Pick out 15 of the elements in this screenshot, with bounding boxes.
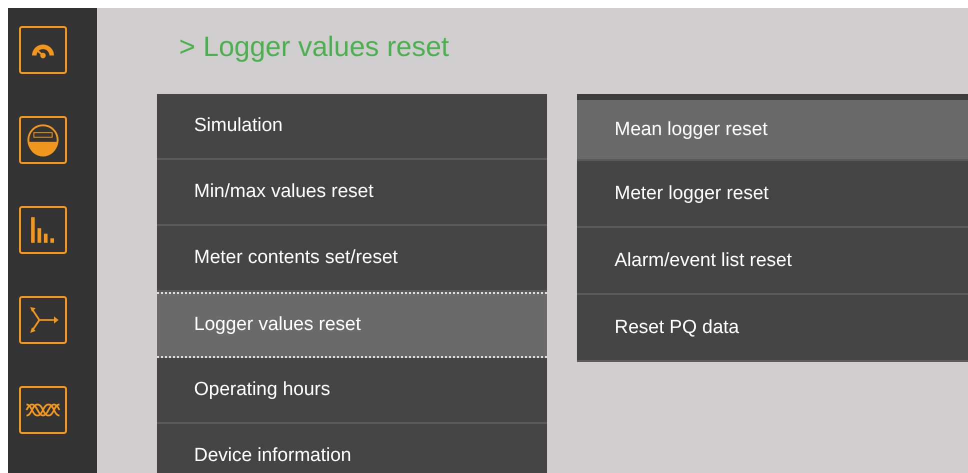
phasor-icon[interactable]: [18, 296, 66, 344]
page-title: > Logger values reset: [179, 31, 450, 63]
bar-chart-icon[interactable]: [18, 206, 66, 254]
menu-item[interactable]: Simulation: [157, 94, 546, 160]
menu-item[interactable]: Operating hours: [157, 358, 546, 424]
gauge-icon[interactable]: [18, 26, 66, 74]
meter-icon[interactable]: [18, 116, 66, 164]
menu-item[interactable]: Logger values reset: [157, 292, 546, 358]
menu-item[interactable]: Meter logger reset: [576, 161, 968, 228]
menu-item[interactable]: Device information: [157, 424, 546, 473]
waveform-icon[interactable]: [18, 386, 66, 434]
menu-item[interactable]: Alarm/event list reset: [576, 228, 968, 295]
menu-item[interactable]: Reset PQ data: [576, 295, 968, 362]
menu-item[interactable]: Min/max values reset: [157, 160, 546, 226]
menu-item[interactable]: Mean logger reset: [576, 100, 968, 161]
